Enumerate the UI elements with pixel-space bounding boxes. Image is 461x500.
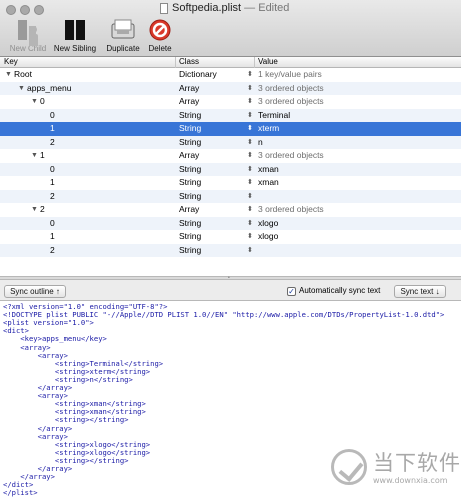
- outline-row[interactable]: 1 String ⬍ xman: [0, 176, 461, 190]
- column-header-class[interactable]: Class: [179, 57, 199, 67]
- window-title: Softpedia.plist — Edited: [172, 2, 290, 14]
- outline-row[interactable]: 2 String ⬍: [0, 243, 461, 258]
- class-stepper-icon[interactable]: ⬍: [247, 149, 253, 163]
- class-stepper-icon[interactable]: ⬍: [247, 136, 253, 150]
- class-stepper-icon[interactable]: ⬍: [247, 163, 253, 177]
- outline-row[interactable]: 0 String ⬍ xlogo: [0, 216, 461, 231]
- auto-sync-label[interactable]: Automatically sync text: [299, 286, 380, 295]
- class-stepper-icon[interactable]: ⬍: [247, 244, 253, 258]
- outline-row[interactable]: 1 String ⬍ xlogo: [0, 230, 461, 244]
- outline-row[interactable]: 0 String ⬍ xman: [0, 162, 461, 177]
- document-icon: [160, 3, 168, 14]
- column-divider[interactable]: [175, 57, 176, 68]
- outline-row[interactable]: ▼ 2 Array ⬍ 3 ordered objects: [0, 203, 461, 217]
- class-stepper-icon[interactable]: ⬍: [247, 176, 253, 190]
- auto-sync-checkbox[interactable]: ✓: [287, 287, 296, 296]
- zoom-window-button[interactable]: [34, 5, 44, 15]
- sync-outline-button[interactable]: Sync outline ↑: [4, 285, 66, 298]
- sync-toolbar: Sync outline ↑ ✓ Automatically sync text…: [0, 280, 461, 301]
- class-stepper-icon[interactable]: ⬍: [247, 95, 253, 109]
- outline-header: Key Class Value: [0, 57, 461, 68]
- new-child-icon: [16, 18, 40, 46]
- disclosure-triangle-icon[interactable]: ▼: [31, 95, 38, 109]
- class-stepper-icon[interactable]: ⬍: [247, 82, 253, 96]
- outline-row[interactable]: 0 String ⬍ Terminal: [0, 108, 461, 123]
- new-sibling-icon: [63, 18, 87, 42]
- disclosure-triangle-icon[interactable]: ▼: [18, 82, 25, 96]
- class-stepper-icon[interactable]: ⬍: [247, 217, 253, 231]
- delete-icon: [148, 18, 172, 42]
- plist-outline[interactable]: ▼ Root Dictionary ⬍ 1 key/value pairs ▼ …: [0, 68, 461, 259]
- outline-row[interactable]: 2 String ⬍: [0, 189, 461, 204]
- watermark-brand: 当下软件园: [373, 451, 461, 475]
- class-stepper-icon[interactable]: ⬍: [247, 230, 253, 244]
- disclosure-triangle-icon[interactable]: ▼: [31, 203, 38, 217]
- downxia-logo-icon: [331, 449, 367, 485]
- column-header-key[interactable]: Key: [4, 57, 18, 67]
- minimize-window-button[interactable]: [20, 5, 30, 15]
- class-stepper-icon[interactable]: ⬍: [247, 190, 253, 204]
- window-titlebar: Softpedia.plist — Edited New Child New S…: [0, 0, 461, 57]
- outline-row-selected[interactable]: 1 String ⬍ xterm SOFTPEDIA: [0, 122, 461, 259]
- sync-text-button[interactable]: Sync text ↓: [394, 285, 446, 298]
- disclosure-triangle-icon[interactable]: ▼: [31, 149, 38, 163]
- edited-status: — Edited: [244, 2, 290, 14]
- outline-row[interactable]: ▼ 1 Array ⬍ 3 ordered objects: [0, 149, 461, 163]
- downxia-watermark: 当下软件园 www.downxia.com: [331, 447, 461, 495]
- column-divider[interactable]: [254, 57, 255, 68]
- column-header-value[interactable]: Value: [258, 57, 278, 67]
- class-stepper-icon[interactable]: ⬍: [247, 109, 253, 123]
- close-window-button[interactable]: [6, 5, 16, 15]
- xml-line: </plist>: [3, 488, 38, 498]
- outline-row[interactable]: 2 String ⬍ n: [0, 135, 461, 150]
- class-stepper-icon[interactable]: ⬍: [247, 68, 253, 82]
- class-stepper-icon[interactable]: ⬍: [247, 122, 253, 136]
- watermark-url: www.downxia.com: [373, 476, 448, 485]
- outline-row[interactable]: ▼ Root Dictionary ⬍ 1 key/value pairs: [0, 68, 461, 82]
- delete-button[interactable]: Delete: [130, 18, 190, 53]
- class-stepper-icon[interactable]: ⬍: [247, 203, 253, 217]
- outline-row[interactable]: ▼ apps_menu Array ⬍ 3 ordered objects: [0, 81, 461, 96]
- outline-row[interactable]: ▼ 0 Array ⬍ 3 ordered objects: [0, 95, 461, 109]
- disclosure-triangle-icon[interactable]: ▼: [5, 68, 12, 82]
